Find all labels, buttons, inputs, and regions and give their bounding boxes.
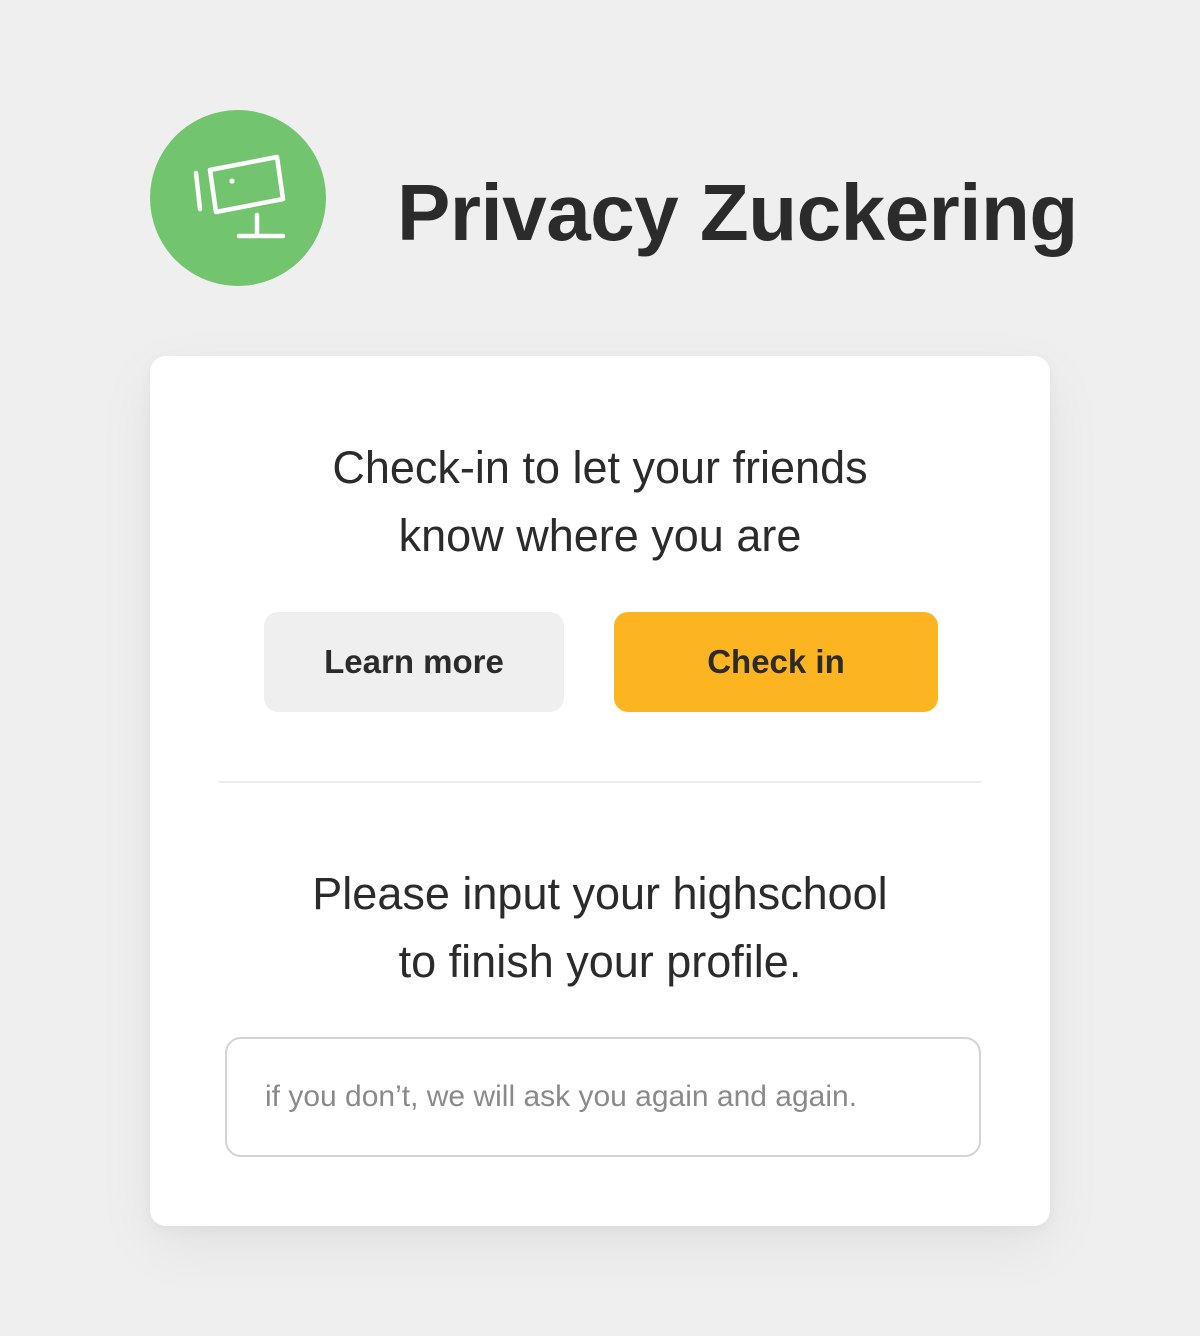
app-title: Privacy Zuckering [397, 168, 1078, 257]
checkin-prompt: Check-in to let your friends know where … [150, 434, 1050, 570]
section-divider [219, 781, 981, 783]
checkin-prompt-line-1: Check-in to let your friends [332, 442, 868, 493]
monitor-icon [193, 154, 286, 239]
highschool-input[interactable] [225, 1037, 981, 1157]
highschool-prompt: Please input your highschool to finish y… [150, 860, 1050, 996]
highschool-prompt-line-1: Please input your highschool [312, 868, 888, 919]
checkin-prompt-line-2: know where you are [398, 510, 802, 561]
app-logo [150, 110, 326, 286]
highschool-prompt-line-2: to finish your profile. [398, 936, 802, 987]
check-in-button[interactable]: Check in [614, 612, 938, 712]
learn-more-button[interactable]: Learn more [264, 612, 564, 712]
